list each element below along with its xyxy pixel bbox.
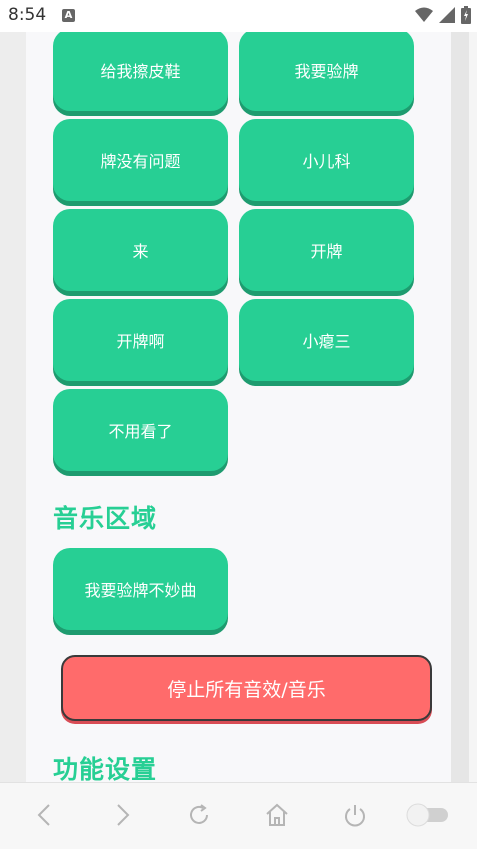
sound-button[interactable]: 给我擦皮鞋 (53, 32, 228, 111)
status-icons (415, 6, 471, 24)
sound-button[interactable]: 不用看了 (53, 389, 228, 471)
content-area[interactable]: 给我擦皮鞋 我要验牌 牌没有问题 小儿科 来 开牌 开牌啊 小瘪三 不用看了 音… (26, 32, 451, 782)
settings-section-title: 功能设置 (53, 755, 158, 782)
battery-icon (461, 6, 471, 24)
music-section-title: 音乐区域 (53, 504, 158, 533)
sound-button[interactable]: 开牌 (239, 209, 414, 291)
sound-button[interactable]: 小瘪三 (239, 299, 414, 381)
sound-button[interactable]: 开牌啊 (53, 299, 228, 381)
page-margin-left (0, 32, 26, 782)
bottom-nav (0, 782, 477, 849)
status-bar: 8:54 A (0, 0, 477, 32)
home-icon[interactable] (262, 800, 292, 830)
sound-button[interactable]: 我要验牌 (239, 32, 414, 111)
sound-button[interactable]: 牌没有问题 (53, 119, 228, 201)
status-time: 8:54 (8, 5, 47, 25)
sound-button[interactable]: 小儿科 (239, 119, 414, 201)
wifi-icon (415, 7, 433, 22)
refresh-icon[interactable] (184, 800, 214, 830)
toggle-switch[interactable] (404, 800, 450, 830)
signal-icon (439, 7, 455, 23)
power-icon[interactable] (340, 800, 370, 830)
sound-button[interactable]: 来 (53, 209, 228, 291)
music-button[interactable]: 我要验牌不妙曲 (53, 548, 228, 630)
back-icon[interactable] (30, 800, 60, 830)
stop-all-button[interactable]: 停止所有音效/音乐 (61, 655, 432, 721)
page-margin-right (451, 32, 477, 782)
a-icon: A (62, 9, 75, 22)
forward-icon[interactable] (107, 800, 137, 830)
